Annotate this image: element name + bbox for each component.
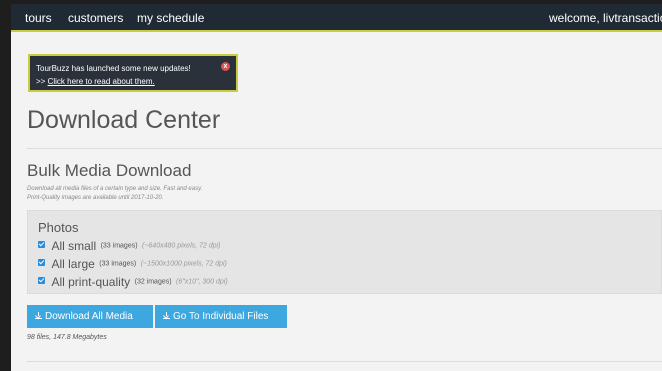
- option-label: All print-quality: [51, 274, 131, 289]
- bulk-media-section-title: Bulk Media Download: [27, 161, 192, 180]
- divider: [27, 361, 662, 362]
- top-navigation-bar: tours customers my schedule welcome, liv…: [11, 4, 662, 32]
- photos-heading: Photos: [38, 220, 79, 235]
- photos-options-panel: Photos All small (33 images) (~640x480 p…: [27, 210, 662, 294]
- option-all-print-quality[interactable]: All print-quality (32 images) (6"x10", 3…: [38, 273, 228, 291]
- download-all-label: Download All Media: [45, 311, 133, 322]
- bulk-description-line-2: Print-Quality images are available until…: [27, 195, 164, 201]
- option-label: All large: [51, 256, 95, 271]
- nav-tours-link[interactable]: tours: [25, 11, 52, 25]
- files-size-info: 98 files, 147.8 Megabytes: [27, 334, 107, 341]
- notice-read-updates-link[interactable]: Click here to read about them.: [48, 77, 155, 86]
- checkbox-checked-icon[interactable]: [38, 241, 45, 249]
- nav-my-schedule-link[interactable]: my schedule: [137, 11, 204, 25]
- notice-message: TourBuzz has launched some new updates!: [36, 64, 191, 73]
- option-detail: (~640x480 pixels, 72 dpi): [142, 242, 221, 250]
- option-detail: (6"x10", 300 dpi): [176, 278, 228, 286]
- update-notice-banner: TourBuzz has launched some new updates! …: [28, 54, 238, 92]
- notice-link-prefix: >>: [36, 77, 48, 86]
- nav-customers-link[interactable]: customers: [68, 11, 123, 25]
- option-label: All small: [51, 238, 97, 253]
- checkbox-checked-icon[interactable]: [38, 259, 45, 267]
- individual-files-label: Go To Individual Files: [173, 311, 269, 322]
- divider: [27, 148, 662, 149]
- option-detail: (~1500x1000 pixels, 72 dpi): [140, 260, 227, 268]
- notice-link-line: >> Click here to read about them.: [36, 77, 155, 86]
- option-count: (33 images): [100, 242, 138, 250]
- download-icon: [163, 312, 170, 319]
- option-all-small[interactable]: All small (33 images) (~640x480 pixels, …: [38, 237, 220, 255]
- welcome-user-link[interactable]: welcome, livtransactio: [549, 11, 662, 25]
- browser-viewport: tours customers my schedule welcome, liv…: [11, 4, 662, 371]
- page-title: Download Center: [27, 106, 221, 134]
- option-count: (33 images): [99, 260, 137, 268]
- bulk-description-line-1: Download all media files of a certain ty…: [27, 186, 203, 192]
- option-all-large[interactable]: All large (33 images) (~1500x1000 pixels…: [38, 255, 227, 273]
- download-icon: [35, 312, 42, 319]
- download-all-media-button[interactable]: Download All Media: [27, 305, 153, 328]
- checkbox-checked-icon[interactable]: [38, 277, 45, 285]
- close-icon[interactable]: x: [221, 62, 230, 71]
- option-count: (32 images): [134, 278, 172, 286]
- go-to-individual-files-button[interactable]: Go To Individual Files: [155, 305, 287, 328]
